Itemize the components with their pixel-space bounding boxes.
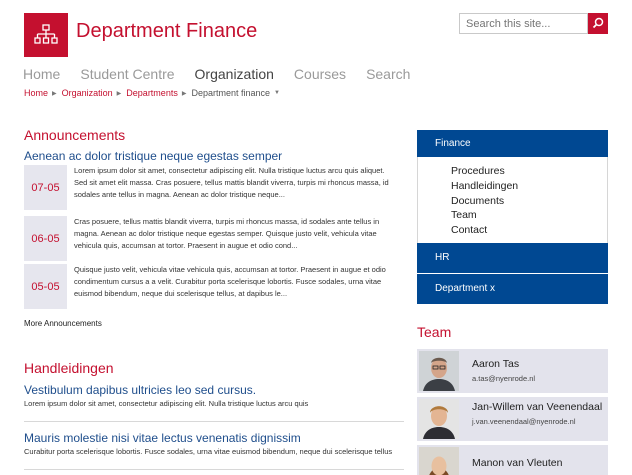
announcement-text: Cras posuere, tellus mattis blandit vive…: [74, 217, 380, 251]
department-nav: Finance Procedures Handleidingen Documen…: [417, 130, 608, 304]
finance-subnav: Procedures Handleidingen Documents Team …: [417, 157, 608, 243]
nav-student-centre[interactable]: Student Centre: [80, 66, 174, 82]
handleiding-snippet: Lorem ipsum dolor sit amet, consectetur …: [24, 399, 309, 408]
team-member[interactable]: Jan-Willem van Veenendaal j.van.veenenda…: [417, 397, 608, 441]
org-chart-icon: [34, 24, 58, 44]
more-announcements-link[interactable]: More Announcements: [24, 319, 102, 328]
site-logo[interactable]: [24, 13, 68, 57]
breadcrumb-separator-icon: ▶: [181, 90, 187, 97]
sidebar-item-department-x[interactable]: Department x: [417, 273, 608, 304]
team-member-name: Aaron Tas: [472, 358, 520, 370]
breadcrumb-organization[interactable]: Organization: [62, 88, 113, 98]
search-icon: [592, 17, 604, 29]
announcement-item[interactable]: 06-05 Cras posuere, tellus mattis blandi…: [24, 216, 394, 261]
global-nav: Home Student Centre Organization Courses…: [23, 66, 430, 82]
announcement-date: 05-05: [24, 264, 67, 309]
breadcrumb-departments[interactable]: Departments: [126, 88, 178, 98]
site-title: Department Finance: [76, 20, 258, 42]
team-member[interactable]: Aaron Tas a.tas@nyenrode.nl: [417, 349, 608, 393]
avatar: [419, 351, 459, 391]
nav-home[interactable]: Home: [23, 66, 60, 82]
announcement-date: 06-05: [24, 216, 67, 261]
handleiding-link[interactable]: Vestibulum dapibus ultricies leo sed cur…: [24, 383, 256, 397]
announcement-item[interactable]: 05-05 Quisque justo velit, vehicula vita…: [24, 264, 394, 309]
breadcrumb-separator-icon: ▶: [116, 90, 122, 97]
sidebar-item-finance[interactable]: Finance: [417, 130, 608, 157]
announcement-featured-link[interactable]: Aenean ac dolor tristique neque egestas …: [24, 149, 282, 163]
sidebar-item-hr[interactable]: HR: [417, 242, 608, 273]
breadcrumb-current: Department finance: [191, 88, 270, 98]
handleidingen-heading: Handleidingen: [24, 360, 114, 376]
announcement-text: Lorem ipsum dolor sit amet, consectetur …: [74, 166, 389, 200]
announcement-item[interactable]: 07-05 Lorem ipsum dolor sit amet, consec…: [24, 165, 394, 210]
handleiding-snippet: Curabitur porta scelerisque lobortis. Fu…: [24, 447, 393, 456]
nav-courses[interactable]: Courses: [294, 66, 346, 82]
nav-organization[interactable]: Organization: [195, 66, 274, 82]
divider: [24, 469, 404, 470]
team-member-name: Manon van Vleuten: [472, 457, 563, 469]
avatar: [419, 447, 459, 475]
sidebar-subitem-contact[interactable]: Contact: [451, 223, 607, 238]
team-member-email[interactable]: j.van.veenendaal@nyenrode.nl: [472, 417, 606, 426]
announcements-heading: Announcements: [24, 127, 126, 143]
nav-search[interactable]: Search: [366, 66, 410, 82]
search-input[interactable]: [459, 13, 588, 34]
team-member[interactable]: Manon van Vleuten: [417, 445, 608, 475]
breadcrumb-home[interactable]: Home: [24, 88, 48, 98]
avatar: [419, 399, 459, 439]
announcement-text: Quisque justo velit, vehicula vitae vehi…: [74, 265, 386, 299]
sidebar-subitem-handleidingen[interactable]: Handleidingen: [451, 179, 607, 194]
announcement-date: 07-05: [24, 165, 67, 210]
breadcrumb: Home ▶ Organization ▶ Departments ▶ Depa…: [24, 88, 280, 98]
sidebar-subitem-procedures[interactable]: Procedures: [451, 164, 607, 179]
breadcrumb-separator-icon: ▶: [52, 90, 57, 97]
team-member-name: Jan-Willem van Veenendaal: [472, 401, 603, 413]
sidebar-subitem-documents[interactable]: Documents: [451, 194, 607, 209]
divider: [24, 421, 404, 422]
team-heading: Team: [417, 324, 452, 340]
handleiding-link[interactable]: Mauris molestie nisi vitae lectus venena…: [24, 431, 301, 445]
search-button[interactable]: [588, 13, 608, 34]
sidebar-subitem-team[interactable]: Team: [451, 208, 607, 223]
chevron-down-icon[interactable]: ▼: [274, 90, 280, 96]
team-member-email[interactable]: a.tas@nyenrode.nl: [472, 374, 606, 383]
